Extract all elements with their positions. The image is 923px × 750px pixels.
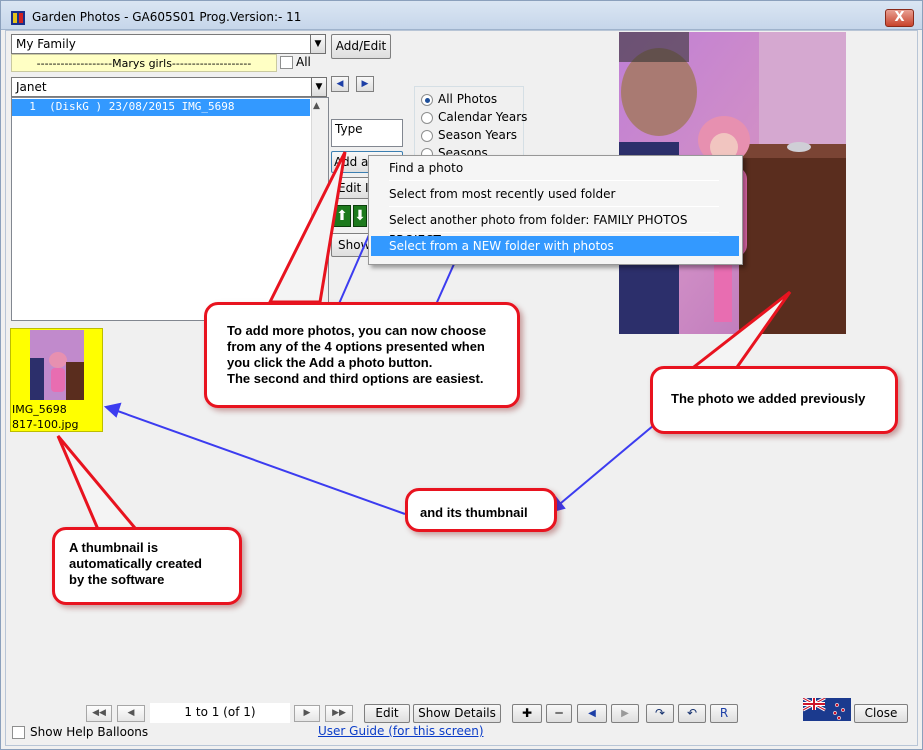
show-details-button[interactable]: Show Details [413,704,501,723]
menu-item-recent-folder[interactable]: Select from most recently used folder [371,184,741,204]
last-page-icon[interactable]: ▶▶ [325,705,353,722]
page-status: 1 to 1 (of 1) [150,703,290,723]
previous-balloon-tail [685,290,792,372]
options-help-balloon: To add more photos, you can now choose f… [204,302,520,408]
menu-item-new-folder[interactable]: Select from a NEW folder with photos [371,236,739,256]
next-page-icon[interactable]: ▶ [294,705,320,722]
menu-item-find-photo[interactable]: Find a photo [371,158,741,178]
first-page-icon[interactable]: ◀◀ [86,705,112,722]
menu-separator [389,232,719,233]
arrowhead-thumbnail [103,402,122,418]
options-balloon-tail [267,151,347,304]
edit-button[interactable]: Edit [364,704,410,723]
zoom-out-icon[interactable]: ━ [546,704,572,723]
show-help-balloons-checkbox[interactable] [12,726,25,739]
new-zealand-flag-icon[interactable] [802,696,851,721]
arrow-to-thumbnail [111,408,406,515]
auto-thumbnail-help-balloon: A thumbnail is automatically created by … [52,527,242,605]
previous-photo-help-balloon: The photo we added previously [650,366,898,434]
menu-separator [389,206,719,207]
rotate-right-icon[interactable]: ↷ [646,704,674,723]
close-button[interactable]: Close [854,704,908,723]
auto-balloon-tail [56,435,144,536]
menu-separator [389,180,719,181]
prev-page-icon[interactable]: ◀ [117,705,145,722]
r-button[interactable]: R [710,704,738,723]
menu-item-another-folder[interactable]: Select another photo from folder: FAMILY… [371,210,741,247]
arrow-photo-to-thumb-label [554,419,661,509]
user-guide-link[interactable]: User Guide (for this screen) [318,724,484,738]
zoom-in-icon[interactable]: ✚ [512,704,542,723]
thumbnail-help-balloon: and its thumbnail [405,488,557,532]
prev-photo-icon[interactable]: ◀ [577,704,607,723]
show-help-balloons-label: Show Help Balloons [30,725,149,739]
next-photo-icon[interactable]: ▶ [611,704,639,723]
rotate-left-icon[interactable]: ↶ [678,704,706,723]
